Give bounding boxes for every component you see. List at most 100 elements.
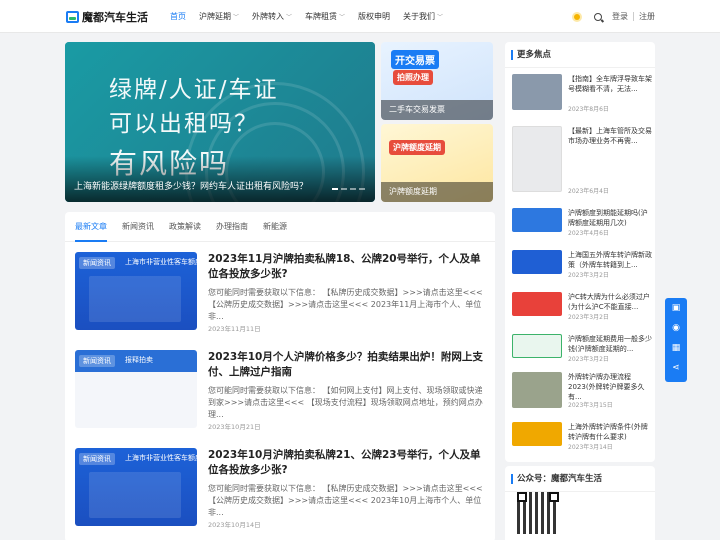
article-date: 2023年10月14日 [208, 521, 261, 529]
divider [633, 12, 634, 21]
sidebar-item-date: 2023年3月15日 [568, 402, 613, 409]
sidebar-item-title: 外牌转沪牌办理流程2023(外牌转沪牌要多久 有... [568, 373, 645, 401]
banner-used-car-invoice[interactable]: 开交易票 拍照办理 二手车交易发票 [381, 42, 493, 120]
sidebar-item-date: 2023年3月14日 [568, 444, 613, 451]
nav-transfer-in[interactable]: 外牌转入 ﹀ [252, 0, 292, 33]
nav-label: 关于我们 [403, 12, 436, 21]
sidebar-item-date: 2023年4月6日 [568, 230, 609, 237]
sidebar-thumbnail [512, 422, 562, 446]
nav-plate-rental[interactable]: 车牌租赁 ﹀ [305, 0, 345, 33]
banner-badge: 开交易票 [391, 50, 439, 69]
sidebar-item-date: 2023年3月2日 [568, 314, 609, 321]
tab-guide[interactable]: 办理指南 [216, 212, 248, 242]
wechat-panel: 公众号：魔都汽车生活 [505, 466, 655, 540]
hero-caption-overlay [65, 156, 375, 202]
article-excerpt: 您可能同时需要获取以下信息： 【如何网上支付】网上支付、现场领取或快递到家>>>… [208, 386, 483, 419]
search-icon[interactable] [594, 12, 602, 21]
article-item: 新闻资讯 上海市非营业性客车额度拍 2023年10月沪牌拍卖私牌21、公牌23号… [75, 448, 485, 536]
sidebar-thumbnail [512, 334, 562, 358]
sidebar-item-title: 沪牌额度延期费用一般多少钱(沪牌额度延期的... [568, 335, 652, 353]
sidebar-heading: 更多焦点 [505, 42, 655, 68]
article-thumbnail[interactable]: 新闻资讯 报释拍卖 [75, 350, 197, 428]
sidebar-thumbnail [512, 208, 562, 232]
slider-dots [329, 188, 365, 190]
thumb-heading: 上海市非营业性客车额度拍 [125, 454, 197, 462]
thumb-panel [89, 472, 181, 518]
nav-label: 车牌租赁 [305, 12, 338, 21]
nav-about[interactable]: 关于我们 ﹀ [403, 0, 443, 33]
floating-share-bar: ▣ ◉ ▦ ⋖ [665, 298, 687, 382]
nav-label: 外牌转入 [252, 12, 285, 21]
login-link[interactable]: 登录 [612, 11, 628, 22]
slider-dot[interactable] [359, 188, 365, 190]
category-tag: 新闻资讯 [79, 453, 115, 465]
sidebar-item-title: 上海外牌转沪牌条件(外牌转沪牌有什么要求) [568, 423, 648, 441]
chevron-down-icon: ﹀ [437, 14, 444, 21]
slider-dot[interactable] [341, 188, 347, 190]
sidebar-item-title: 【最新】上海车管所及交易市场办理业务不再需... [568, 127, 652, 145]
tab-bar: 最新文章 新闻资讯 政策解读 办理指南 新能源 [65, 212, 495, 242]
slider-dot[interactable] [350, 188, 356, 190]
hero-headline-2: 可以出租吗？ [109, 111, 259, 137]
chevron-down-icon: ﹀ [286, 14, 293, 21]
article-item: 新闻资讯 报释拍卖 2023年10月个人沪牌价格多少？拍卖结果出炉！附网上支付、… [75, 350, 485, 438]
main-nav: 首页 沪牌延期 ﹀ 外牌转入 ﹀ 车牌租赁 ﹀ 版权申明 关于我们 ﹀ [170, 0, 456, 33]
article-thumbnail[interactable]: 新闻资讯 上海市非营业性客车额度拍 [75, 448, 197, 526]
tab-policy[interactable]: 政策解读 [169, 212, 201, 242]
hero-slider[interactable]: 绿牌/人证/车证 可以出租吗？ 有风险吗 上海新能源绿牌额度租多少钱？网约车人证… [65, 42, 375, 202]
nav-label: 沪牌延期 [199, 12, 231, 21]
article-panel: 最新文章 新闻资讯 政策解读 办理指南 新能源 新闻资讯 上海市非营业性客车额度… [65, 212, 495, 540]
banner-plate-extension[interactable]: 沪牌额度延期 沪牌额度延期 [381, 124, 493, 202]
chevron-down-icon: ﹀ [339, 14, 346, 21]
wechat-heading: 公众号：魔都汽车生活 [505, 466, 655, 492]
nav-home[interactable]: 首页 [170, 0, 186, 33]
article-title[interactable]: 2023年11月沪牌拍卖私牌18、公牌20号举行，个人及单位各投放多少张? [208, 252, 486, 282]
sidebar-thumbnail [512, 126, 562, 192]
chat-icon[interactable]: ▣ [671, 303, 681, 313]
logo-icon [66, 10, 79, 23]
article-excerpt: 您可能同时需要获取以下信息： 【私牌历史成交数据】>>>请点击这里<<< 【公牌… [208, 288, 483, 321]
article-title[interactable]: 2023年10月沪牌拍卖私牌21、公牌23号举行，个人及单位各投放多少张? [208, 448, 486, 478]
hero-headline-1: 绿牌/人证/车证 [109, 77, 279, 103]
site-header: 魔都汽车生活 首页 沪牌延期 ﹀ 外牌转入 ﹀ 车牌租赁 ﹀ 版权申明 关于我们 ﹀ 登… [0, 0, 720, 33]
article-item: 新闻资讯 上海市非营业性客车额度拍 2023年11月沪牌拍卖私牌18、公牌20号… [75, 252, 485, 340]
sidebar-thumbnail [512, 74, 562, 110]
sidebar-item-date: 2023年8月6日 [568, 106, 609, 113]
banner-badge: 拍照办理 [393, 70, 433, 85]
qr-icon[interactable]: ▦ [671, 343, 681, 353]
article-date: 2023年11月11日 [208, 325, 261, 333]
tab-news[interactable]: 新闻资讯 [122, 212, 154, 242]
logo-text: 魔都汽车生活 [82, 10, 148, 24]
site-logo[interactable]: 魔都汽车生活 [66, 8, 148, 25]
article-thumbnail[interactable]: 新闻资讯 上海市非营业性客车额度拍 [75, 252, 197, 330]
thumb-panel [89, 276, 181, 322]
banner-title: 二手车交易发票 [381, 100, 493, 120]
article-title[interactable]: 2023年10月个人沪牌价格多少？拍卖结果出炉！附网上支付、上牌过户指南 [208, 350, 486, 380]
slider-dot[interactable] [332, 188, 338, 190]
category-tag: 新闻资讯 [79, 257, 115, 269]
tab-new-energy[interactable]: 新能源 [263, 212, 287, 242]
qr-finder [549, 492, 559, 502]
sidebar-thumbnail [512, 250, 562, 274]
register-link[interactable]: 注册 [639, 11, 655, 22]
wechat-icon[interactable]: ◉ [671, 323, 681, 333]
sidebar-item-title: 沪牌额度到期能延期吗(沪牌额度延期用几次) [568, 209, 648, 227]
share-icon[interactable]: ⋖ [671, 363, 681, 373]
sidebar-thumbnail [512, 372, 562, 408]
header-actions: 登录 注册 [574, 0, 655, 33]
category-tag: 新闻资讯 [79, 355, 115, 367]
article-date: 2023年10月21日 [208, 423, 261, 431]
nav-label: 版权申明 [358, 12, 391, 21]
nav-plate-extension[interactable]: 沪牌延期 ﹀ [199, 0, 239, 33]
sidebar-focus: 更多焦点 【指南】全车牌浮导致车架号模糊看不清，无法... 2023年8月6日 … [505, 42, 655, 462]
sidebar-item-title: 【指南】全车牌浮导致车架号模糊看不清，无法... [568, 75, 652, 93]
sidebar-item-title: 上海国五外牌车转沪牌新政策（外牌车转籍到上... [568, 251, 652, 269]
qr-finder [517, 492, 527, 502]
tab-latest[interactable]: 最新文章 [75, 212, 107, 242]
banner-badge: 沪牌额度延期 [389, 140, 445, 155]
nav-label: 首页 [170, 12, 186, 21]
theme-toggle-icon[interactable] [574, 13, 580, 20]
hero-title[interactable]: 上海新能源绿牌额度租多少钱？网约车人证出租有风险吗？ [74, 181, 314, 194]
chevron-down-icon: ﹀ [233, 14, 240, 21]
nav-copyright[interactable]: 版权申明 [358, 0, 390, 33]
